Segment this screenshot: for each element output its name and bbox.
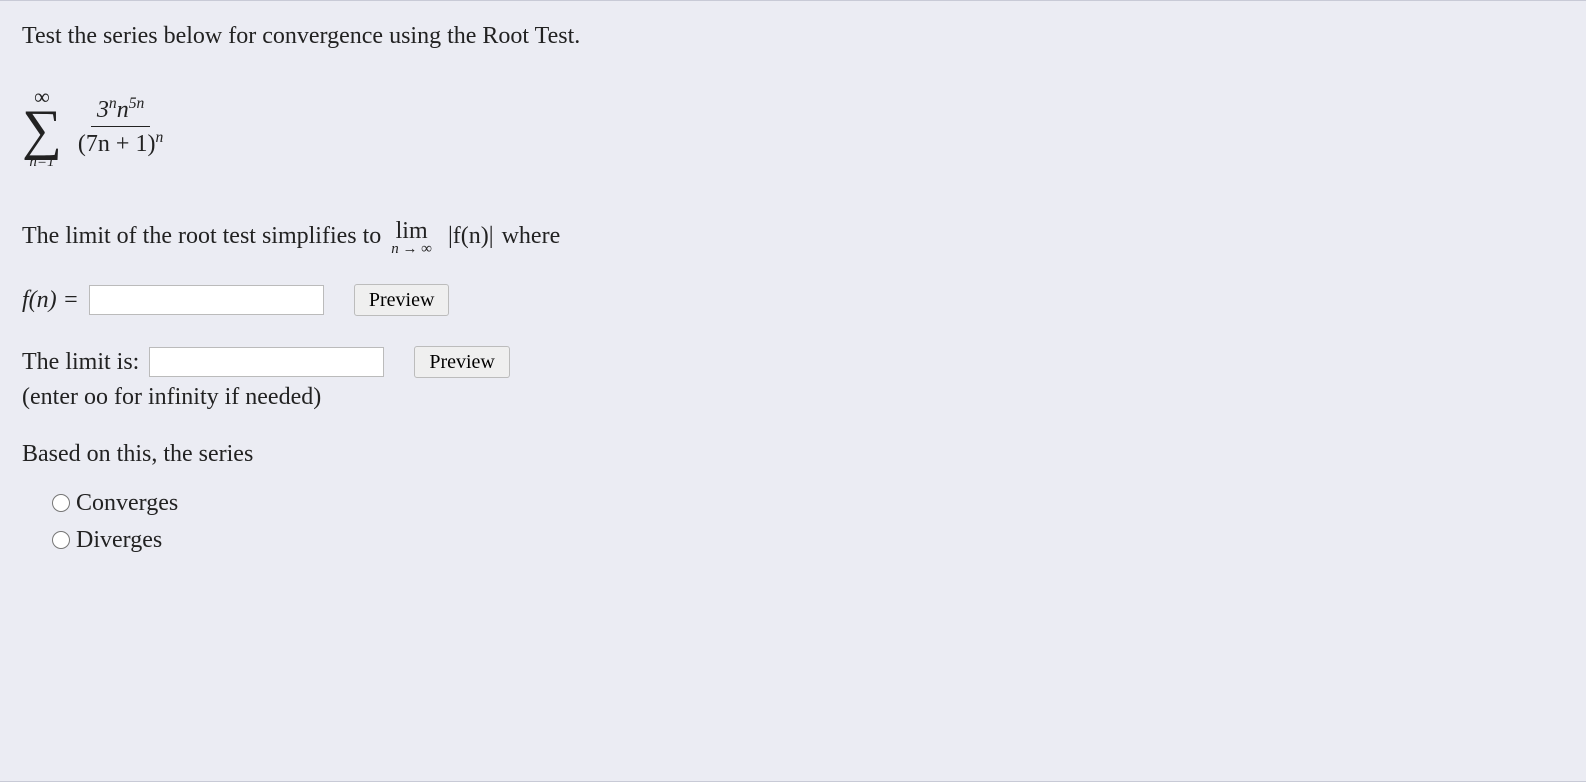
limit-description: The limit of the root test simplifies to… (22, 218, 1564, 257)
conclusion-options: Converges Diverges (22, 490, 1564, 554)
sigma-symbol: ∑ (22, 108, 62, 153)
lim-subscript: n → ∞ (391, 243, 432, 257)
fn-preview-button[interactable]: Preview (354, 284, 450, 316)
series-formula: ∞ ∑ n=1 3nn5n (7n + 1)n (22, 82, 169, 172)
series-term-fraction: 3nn5n (7n + 1)n (72, 95, 169, 158)
fn-answer-row: f(n) = Preview (22, 284, 1564, 316)
radio-converges[interactable] (52, 494, 70, 512)
limit-label: The limit is: (22, 349, 139, 376)
fraction-denominator: (7n + 1)n (72, 129, 169, 158)
sum-lower-bound: n=1 (29, 155, 54, 170)
limit-sentence-post: where (502, 223, 561, 250)
limit-answer-row: The limit is: Preview (22, 346, 1564, 378)
option-converges-label: Converges (76, 490, 178, 517)
limit-input[interactable] (149, 347, 384, 377)
fn-input[interactable] (89, 285, 324, 315)
sigma-icon: ∞ ∑ n=1 (22, 82, 62, 172)
radio-diverges[interactable] (52, 531, 70, 549)
fn-label: f(n) = (22, 287, 79, 314)
question-prompt: Test the series below for convergence us… (22, 19, 1564, 54)
sum-upper-bound: ∞ (34, 86, 50, 108)
option-converges[interactable]: Converges (52, 490, 1564, 517)
question-container: Test the series below for convergence us… (0, 0, 1586, 782)
limit-hint: (enter oo for infinity if needed) (22, 384, 1564, 411)
limit-sentence-pre: The limit of the root test simplifies to (22, 223, 381, 250)
conclusion-prompt: Based on this, the series (22, 437, 1564, 472)
fraction-numerator: 3nn5n (91, 95, 150, 127)
limit-expression: lim n → ∞ (391, 218, 432, 257)
fn-absolute: |f(n)| (448, 223, 494, 250)
limit-preview-button[interactable]: Preview (414, 346, 510, 378)
option-diverges[interactable]: Diverges (52, 527, 1564, 554)
option-diverges-label: Diverges (76, 527, 162, 554)
